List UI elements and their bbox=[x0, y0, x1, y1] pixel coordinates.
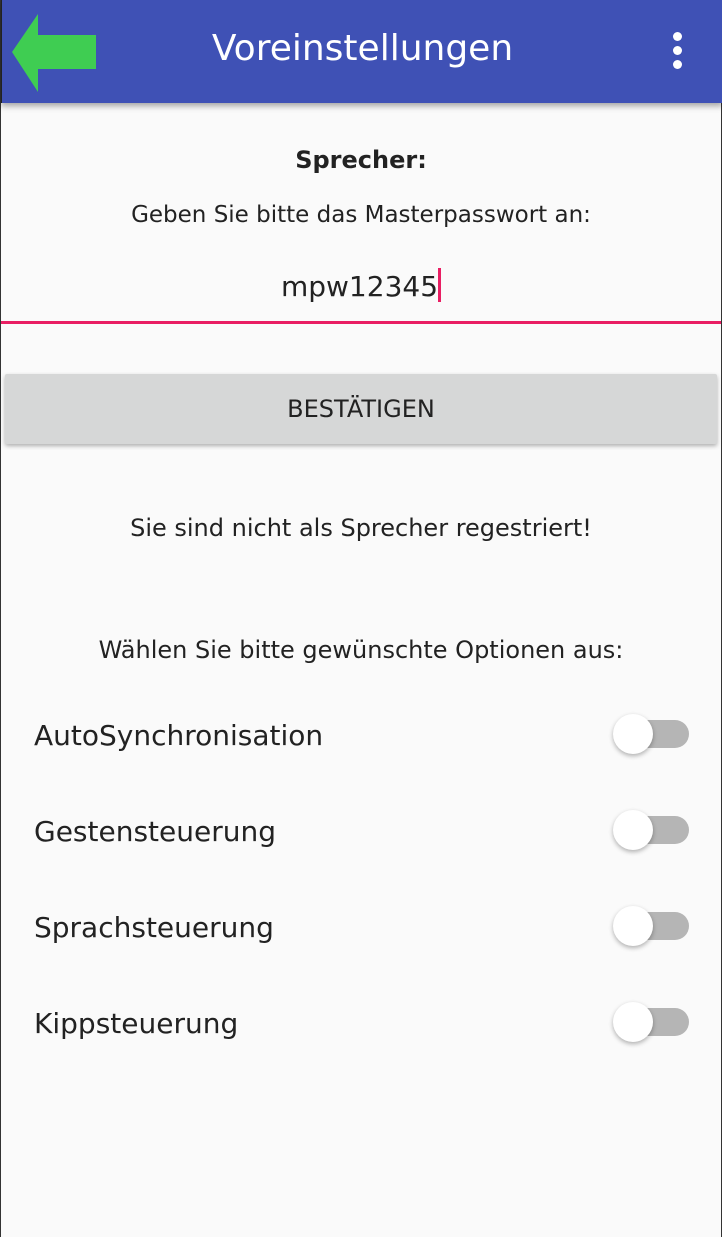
option-label: Kippsteuerung bbox=[34, 1007, 239, 1040]
option-row-tilt: Kippsteuerung bbox=[34, 1002, 689, 1044]
voice-toggle[interactable] bbox=[613, 906, 689, 946]
speaker-heading: Sprecher: bbox=[295, 146, 427, 174]
option-row-voice: Sprachsteuerung bbox=[34, 906, 689, 948]
confirm-button[interactable]: BESTÄTIGEN bbox=[5, 374, 717, 444]
option-label: AutoSynchronisation bbox=[34, 719, 324, 752]
option-row-autosync: AutoSynchronisation bbox=[34, 714, 689, 756]
options-prompt: Wählen Sie bitte gewünschte Optionen aus… bbox=[98, 636, 624, 664]
page-title: Voreinstellungen bbox=[211, 28, 514, 69]
option-label: Sprachsteuerung bbox=[34, 911, 274, 944]
tilt-toggle[interactable] bbox=[613, 1002, 689, 1042]
more-options-icon[interactable] bbox=[673, 32, 683, 74]
password-input[interactable]: mpw12345 bbox=[1, 268, 721, 324]
registration-status: Sie sind nicht als Sprecher regestriert! bbox=[130, 514, 592, 542]
gesture-toggle[interactable] bbox=[613, 810, 689, 850]
password-prompt: Geben Sie bitte das Masterpasswort an: bbox=[131, 202, 591, 228]
app-bar: Voreinstellungen bbox=[1, 0, 722, 103]
text-caret bbox=[438, 268, 442, 302]
option-row-gestures: Gestensteuerung bbox=[34, 810, 689, 852]
password-value: mpw12345 bbox=[280, 270, 439, 303]
autosync-toggle[interactable] bbox=[613, 714, 689, 754]
option-label: Gestensteuerung bbox=[34, 815, 277, 848]
